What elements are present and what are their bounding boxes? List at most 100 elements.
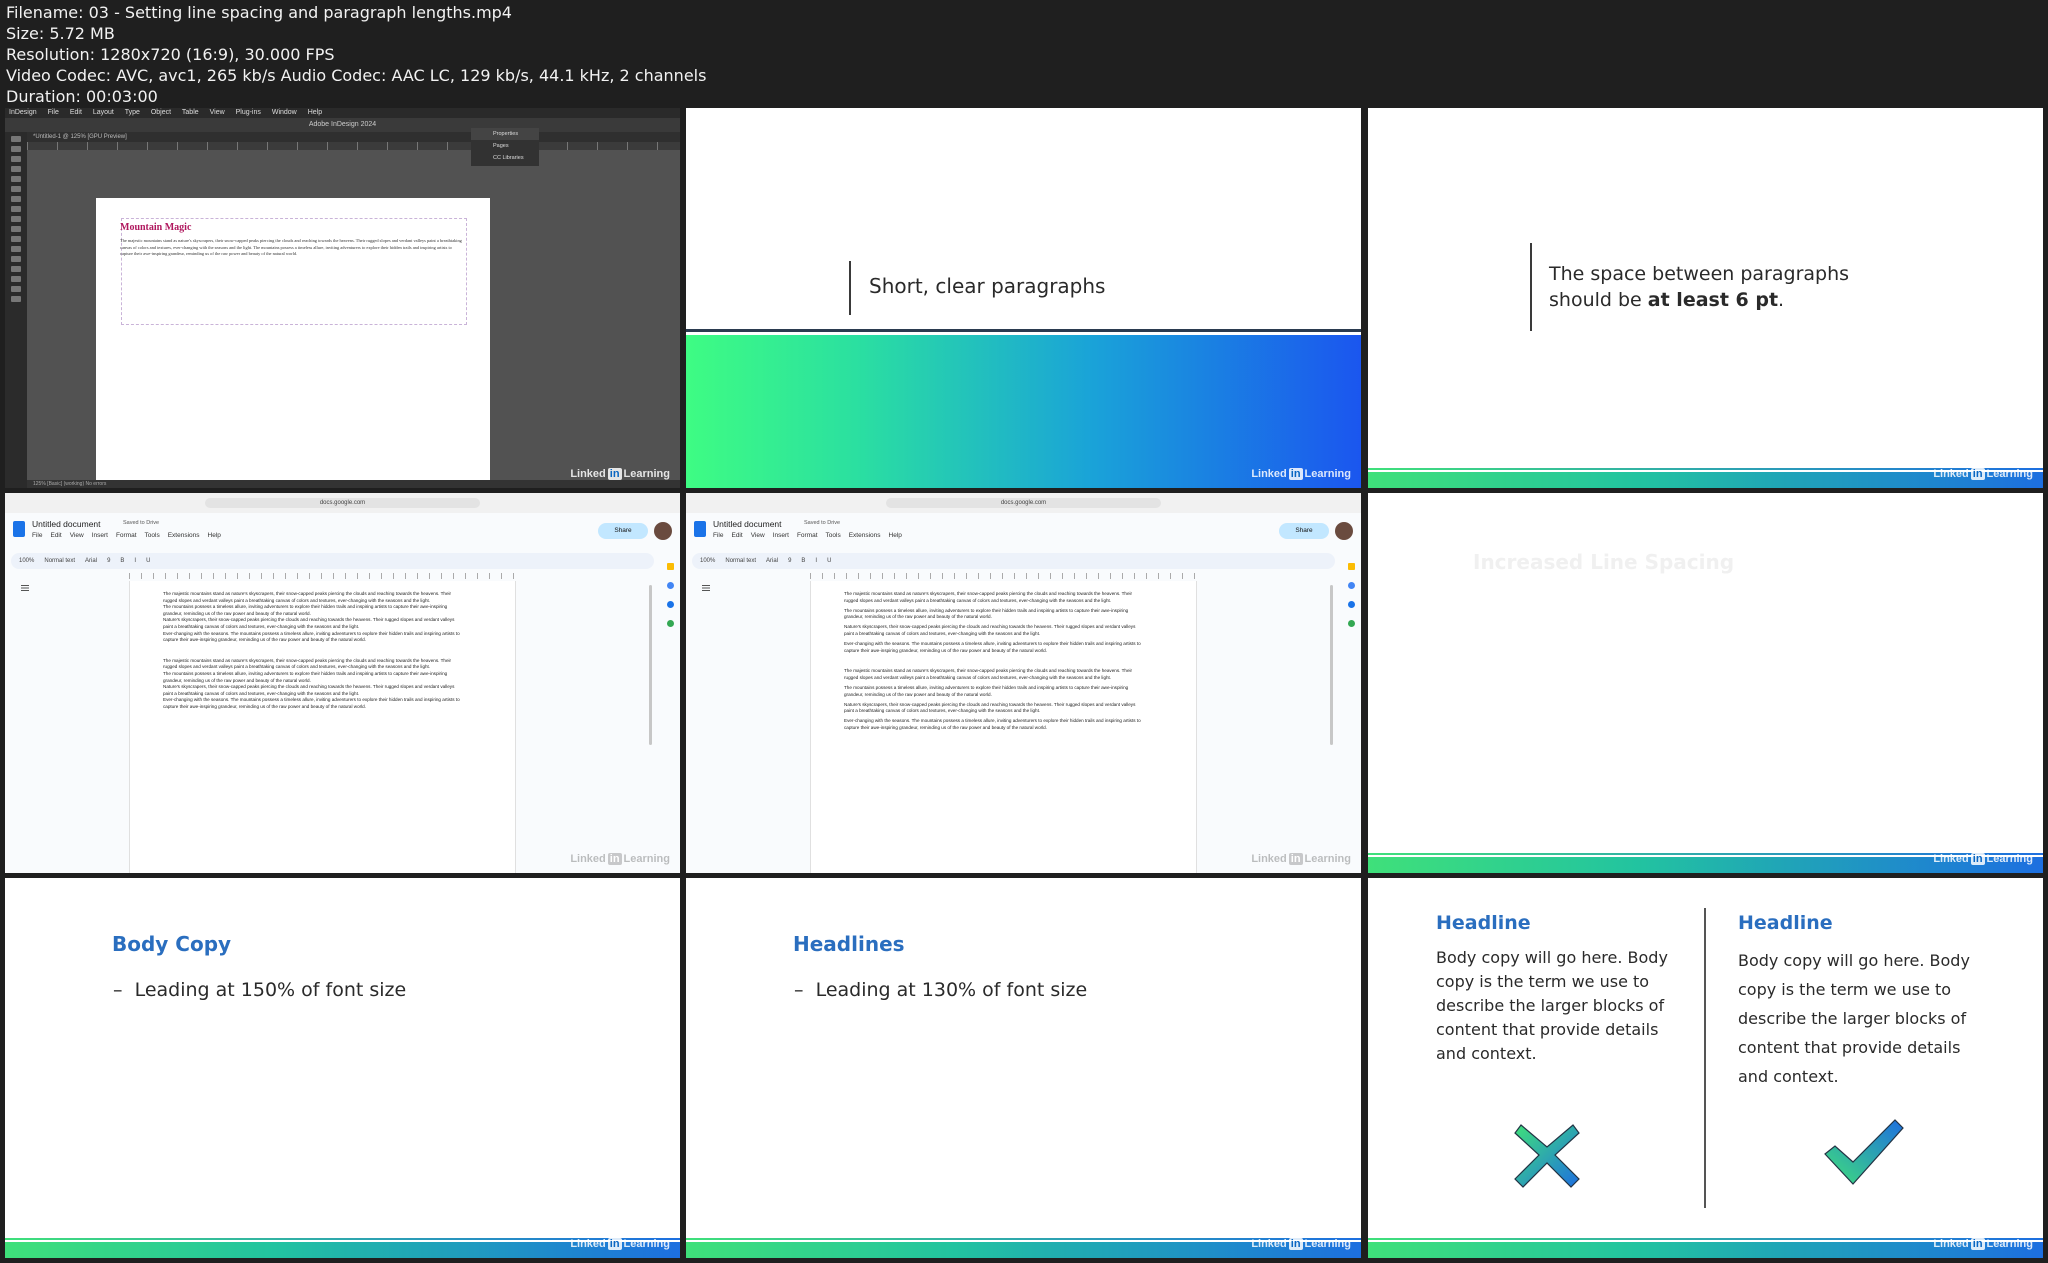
zoom-tool-icon[interactable] <box>11 296 21 302</box>
menu-type[interactable]: Type <box>125 109 140 116</box>
direct-select-icon[interactable] <box>11 146 21 152</box>
keep-icon[interactable] <box>1347 563 1355 570</box>
line-tool-icon[interactable] <box>11 186 21 192</box>
share-button[interactable]: Share <box>1279 523 1329 539</box>
zoom-select[interactable]: 100% <box>700 558 715 564</box>
contacts-icon[interactable] <box>666 601 674 608</box>
page-tool-icon[interactable] <box>11 156 21 162</box>
menu-edit[interactable]: Edit <box>731 532 742 539</box>
share-button[interactable]: Share <box>598 523 648 539</box>
avatar[interactable] <box>654 522 672 540</box>
menu-indesign[interactable]: InDesign <box>9 109 37 116</box>
underline-button[interactable]: U <box>146 558 150 564</box>
bold-button[interactable]: B <box>120 558 124 564</box>
menu-file[interactable]: File <box>713 532 723 539</box>
docs-toolbar: 100% Normal text Arial 9 B I U <box>11 553 654 569</box>
menu-tools[interactable]: Tools <box>826 532 841 539</box>
underline-button[interactable]: U <box>827 558 831 564</box>
menu-insert[interactable]: Insert <box>773 532 789 539</box>
side-panel <box>1341 551 1361 873</box>
bold-button[interactable]: B <box>801 558 805 564</box>
keep-icon[interactable] <box>666 563 674 570</box>
document-tab[interactable]: *Untitled-1 @ 125% [GPU Preview] <box>27 132 680 142</box>
menu-layout[interactable]: Layout <box>93 109 114 116</box>
eyedropper-tool-icon[interactable] <box>11 276 21 282</box>
style-select[interactable]: Normal text <box>725 558 756 564</box>
docs-logo-icon[interactable] <box>13 521 25 537</box>
menu-help[interactable]: Help <box>889 532 902 539</box>
style-select[interactable]: Normal text <box>44 558 75 564</box>
address-bar[interactable]: docs.google.com <box>886 498 1161 508</box>
scrollbar[interactable] <box>1330 585 1333 745</box>
indesign-body: The majestic mountains stand as nature's… <box>120 238 462 256</box>
doc-paragraph: The mountains possess a timeless allure,… <box>844 684 1129 697</box>
menu-extensions[interactable]: Extensions <box>168 532 200 539</box>
thumb-headlines: Headlines – Leading at 130% of font size… <box>686 878 1361 1258</box>
indesign-toolbox[interactable] <box>5 132 27 488</box>
docs-header: Untitled document Saved to Drive File Edi… <box>5 513 680 551</box>
menu-help[interactable]: Help <box>308 109 322 116</box>
menu-help[interactable]: Help <box>208 532 221 539</box>
menu-window[interactable]: Window <box>272 109 297 116</box>
font-size-input[interactable]: 9 <box>788 558 791 564</box>
menu-table[interactable]: Table <box>182 109 199 116</box>
file-duration: Duration: 00:03:00 <box>6 87 158 106</box>
doc-text: The majestic mountains stand as nature's… <box>163 591 463 711</box>
menu-plugins[interactable]: Plug-ins <box>236 109 261 116</box>
selection-tool-icon[interactable] <box>11 136 21 142</box>
thumb-increased-spacing: Increased Line Spacing Linked in Learning <box>1368 493 2043 873</box>
menu-format[interactable]: Format <box>797 532 818 539</box>
doc-page[interactable]: The majestic mountains stand as nature's… <box>129 581 516 873</box>
menu-tools[interactable]: Tools <box>145 532 160 539</box>
menu-view[interactable]: View <box>751 532 765 539</box>
menu-view[interactable]: View <box>70 532 84 539</box>
scrollbar[interactable] <box>649 585 652 745</box>
pen-tool-icon[interactable] <box>11 196 21 202</box>
gap-tool-icon[interactable] <box>11 166 21 172</box>
menu-file[interactable]: File <box>48 109 59 116</box>
font-select[interactable]: Arial <box>85 558 97 564</box>
italic-button[interactable]: I <box>815 558 817 564</box>
panel-cc-libraries[interactable]: CC Libraries <box>471 152 539 164</box>
rectangle-tool-icon[interactable] <box>11 226 21 232</box>
text-frame[interactable] <box>121 218 467 325</box>
tasks-icon[interactable] <box>1347 582 1355 589</box>
menu-object[interactable]: Object <box>151 109 171 116</box>
type-tool-icon[interactable] <box>11 176 21 182</box>
note-tool-icon[interactable] <box>11 266 21 272</box>
tasks-icon[interactable] <box>666 582 674 589</box>
menu-file[interactable]: File <box>32 532 42 539</box>
hand-tool-icon[interactable] <box>11 286 21 292</box>
maps-icon[interactable] <box>666 620 674 627</box>
outline-icon[interactable] <box>21 585 29 591</box>
watermark: Linked in Learning <box>1251 468 1351 480</box>
thumb-indesign: InDesign File Edit Layout Type Object Ta… <box>5 108 680 488</box>
scissors-tool-icon[interactable] <box>11 236 21 242</box>
avatar[interactable] <box>1335 522 1353 540</box>
menu-view[interactable]: View <box>210 109 225 116</box>
menu-edit[interactable]: Edit <box>50 532 61 539</box>
menu-insert[interactable]: Insert <box>92 532 108 539</box>
outline-icon[interactable] <box>702 585 710 591</box>
docs-logo-icon[interactable] <box>694 521 706 537</box>
doc-page[interactable]: The majestic mountains stand as nature's… <box>810 581 1197 873</box>
address-bar[interactable]: docs.google.com <box>205 498 480 508</box>
italic-button[interactable]: I <box>134 558 136 564</box>
panel-pages[interactable]: Pages <box>471 140 539 152</box>
menu-edit[interactable]: Edit <box>70 109 82 116</box>
doc-title[interactable]: Untitled document <box>713 519 782 529</box>
doc-title[interactable]: Untitled document <box>32 519 101 529</box>
contacts-icon[interactable] <box>1347 601 1355 608</box>
font-select[interactable]: Arial <box>766 558 778 564</box>
pencil-tool-icon[interactable] <box>11 206 21 212</box>
file-codec: Video Codec: AVC, avc1, 265 kb/s Audio C… <box>6 66 707 85</box>
panel-properties[interactable]: Properties <box>471 128 539 140</box>
maps-icon[interactable] <box>1347 620 1355 627</box>
font-size-input[interactable]: 9 <box>107 558 110 564</box>
frame-tool-icon[interactable] <box>11 216 21 222</box>
menu-extensions[interactable]: Extensions <box>849 532 881 539</box>
gradient-tool-icon[interactable] <box>11 256 21 262</box>
menu-format[interactable]: Format <box>116 532 137 539</box>
zoom-select[interactable]: 100% <box>19 558 34 564</box>
transform-tool-icon[interactable] <box>11 246 21 252</box>
